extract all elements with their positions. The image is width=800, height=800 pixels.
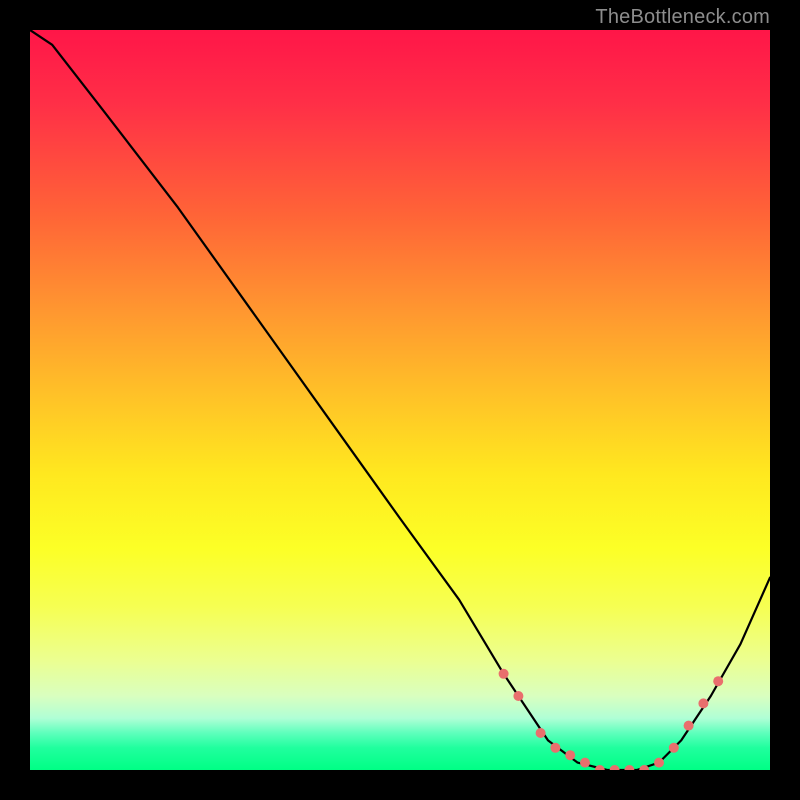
attribution-text: TheBottleneck.com — [595, 6, 770, 29]
chart-gradient-background — [30, 30, 770, 770]
